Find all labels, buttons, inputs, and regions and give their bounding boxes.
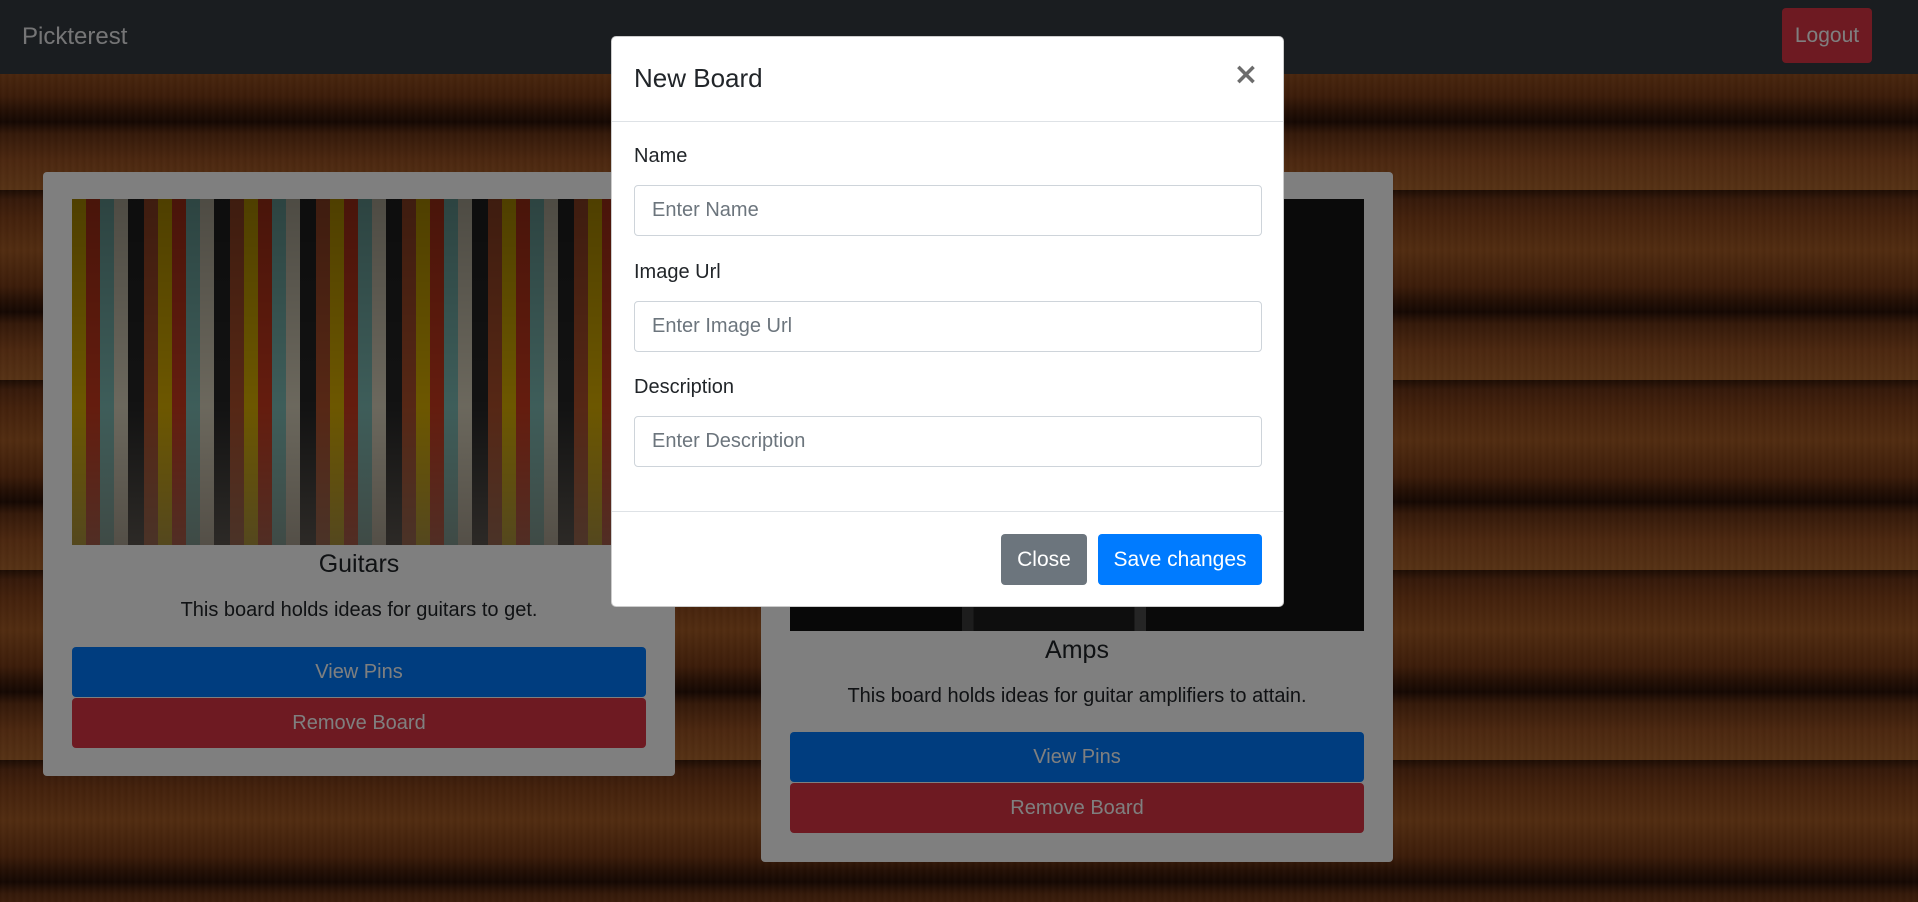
modal-footer: Close Save changes: [612, 511, 1283, 608]
image-url-label: Image Url: [634, 261, 721, 283]
name-label: Name: [634, 145, 688, 167]
close-button[interactable]: Close: [1001, 534, 1087, 585]
modal-header: New Board ×: [612, 37, 1283, 122]
description-input[interactable]: [634, 416, 1262, 467]
image-url-input[interactable]: [634, 301, 1262, 352]
new-board-modal: New Board × Name Image Url Description C…: [611, 36, 1284, 607]
save-changes-button[interactable]: Save changes: [1098, 534, 1262, 585]
close-icon[interactable]: ×: [1231, 57, 1261, 93]
modal-title: New Board: [634, 63, 763, 93]
name-input[interactable]: [634, 185, 1262, 236]
description-label: Description: [634, 376, 735, 398]
